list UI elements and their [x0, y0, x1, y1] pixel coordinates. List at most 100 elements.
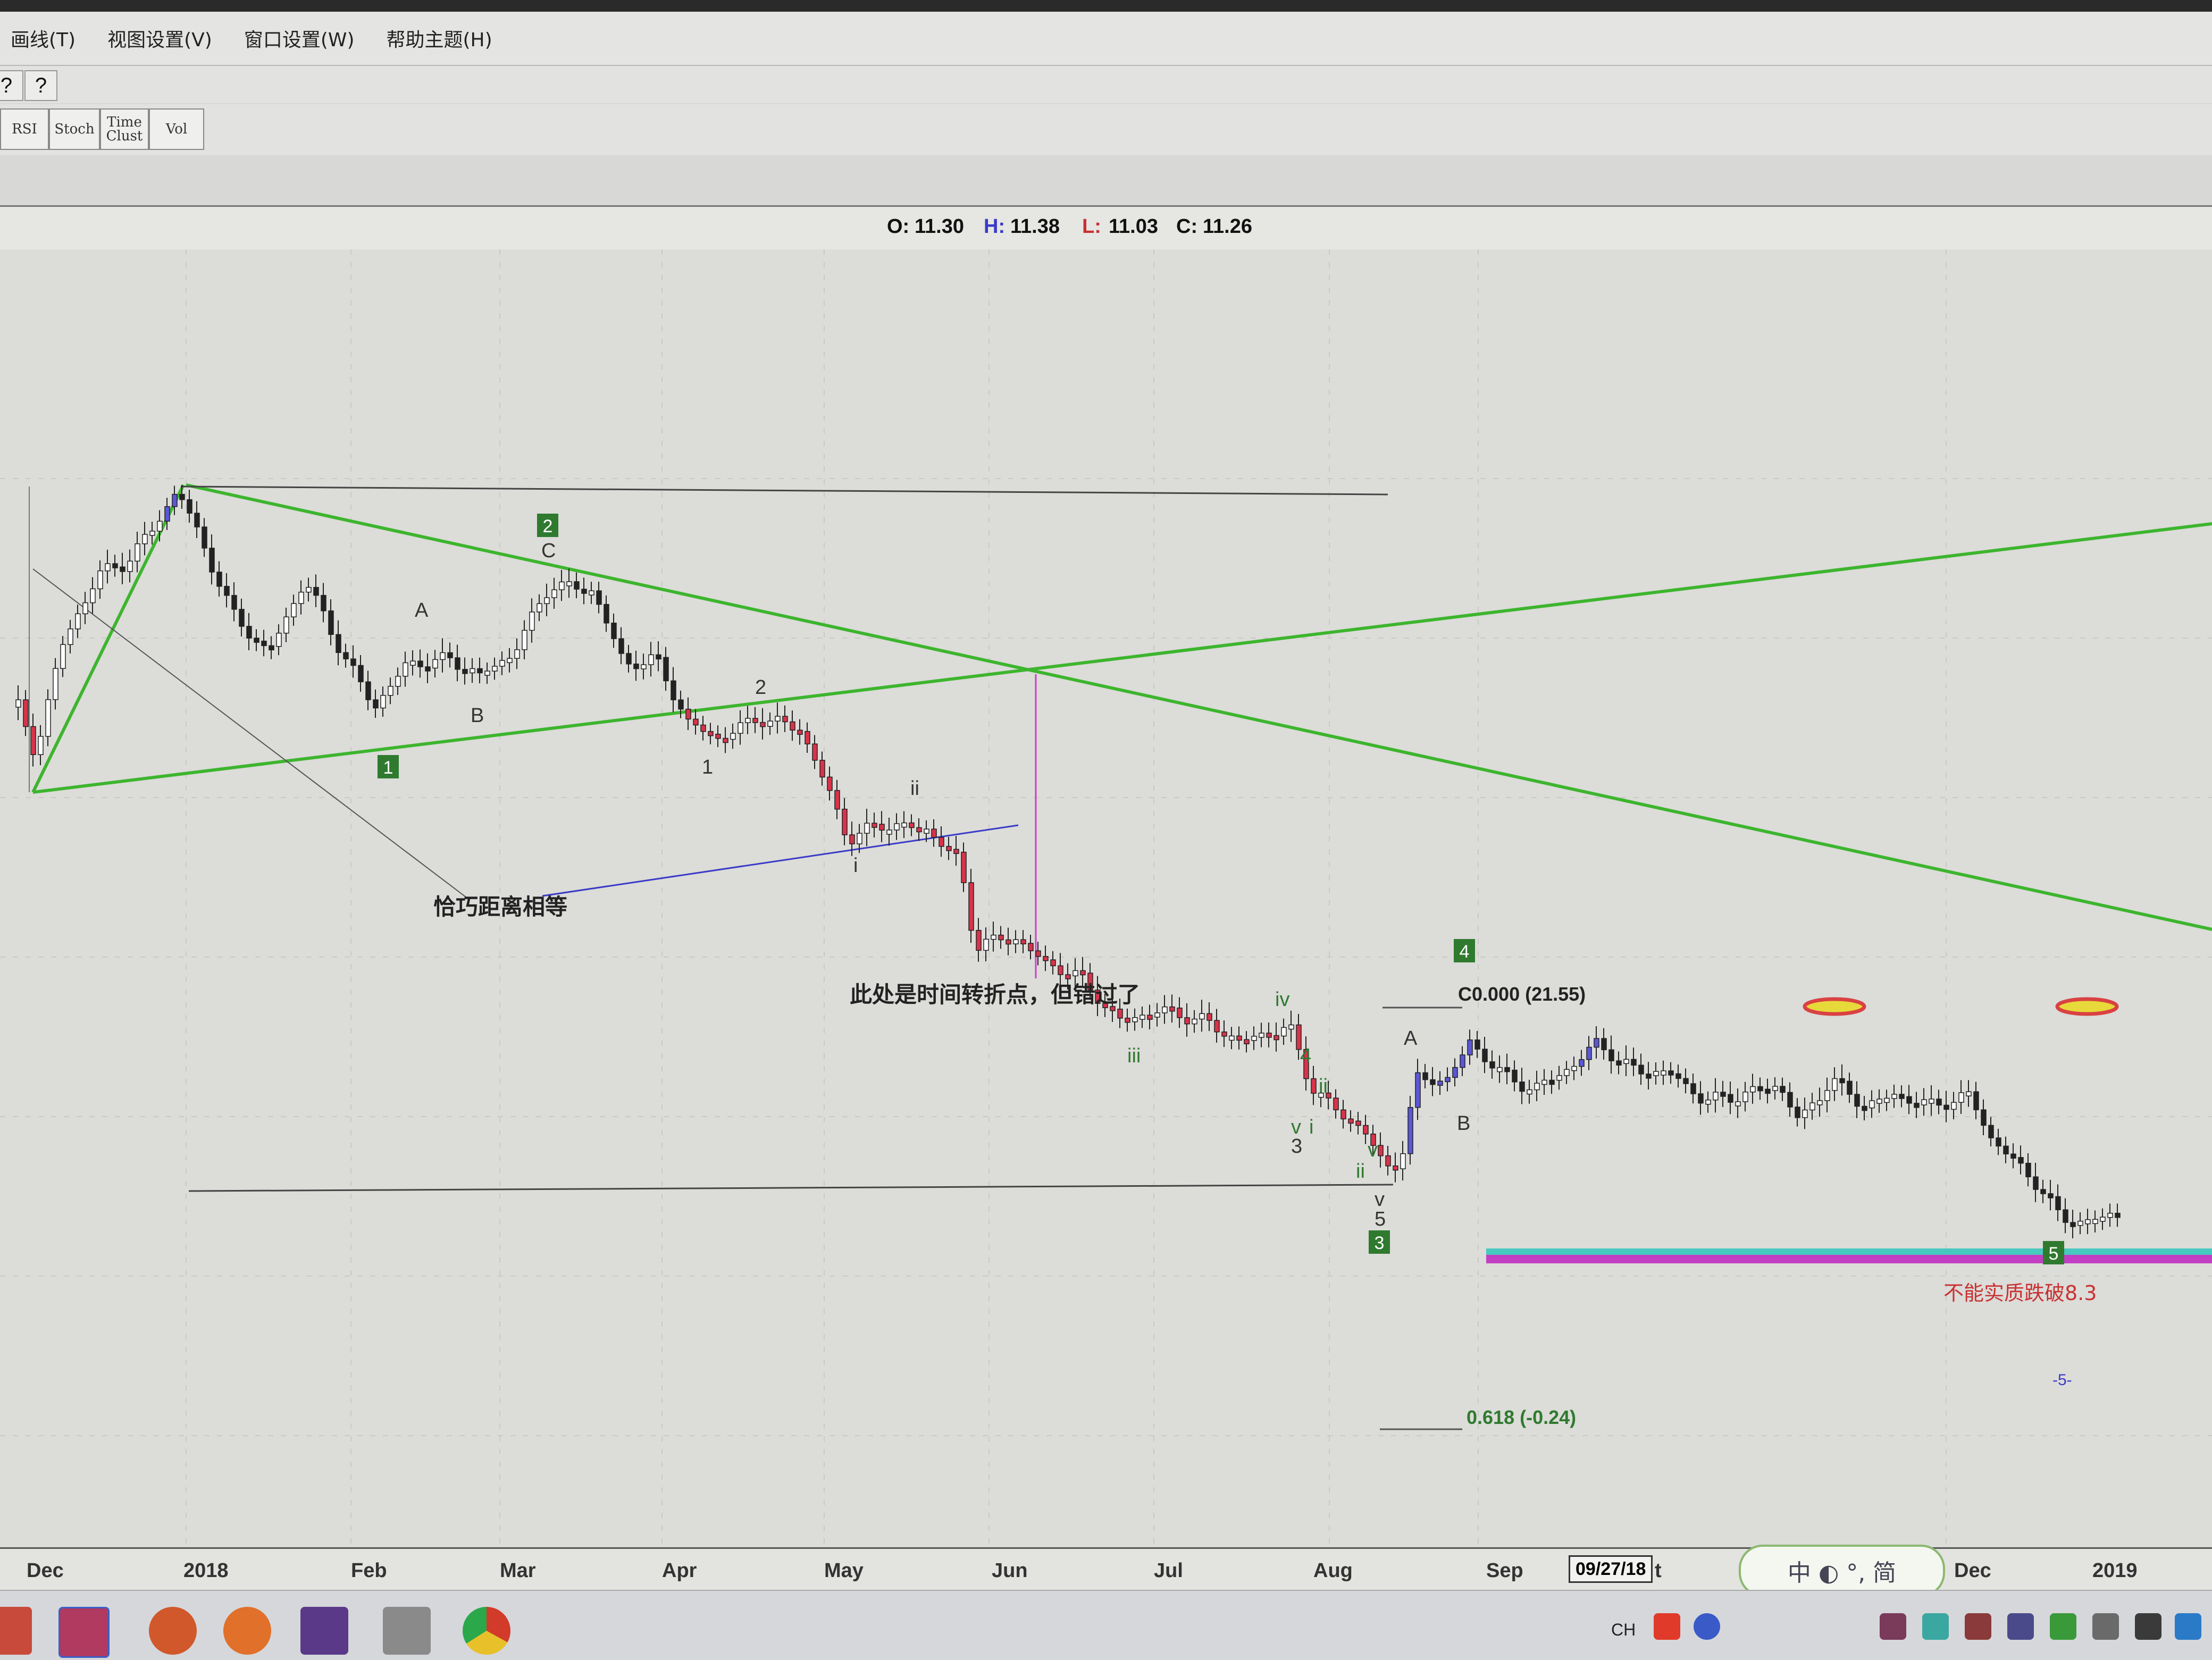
target-oval-2[interactable] — [2055, 997, 2119, 1016]
top-horizontal-line[interactable] — [180, 485, 1388, 496]
candle — [1244, 1039, 1250, 1044]
language-indicator[interactable]: CH — [1611, 1620, 1636, 1640]
candle — [1601, 1038, 1607, 1051]
green-fan-line-down[interactable] — [186, 483, 2212, 931]
candle — [1653, 1071, 1659, 1076]
tray-icon-7[interactable] — [2175, 1613, 2201, 1640]
tray-network-icon[interactable] — [2135, 1613, 2161, 1640]
taskbar-app-icon-6[interactable] — [383, 1607, 431, 1655]
thin-diagonal-line[interactable] — [32, 568, 468, 899]
tray-icon-4[interactable] — [2007, 1613, 2034, 1640]
wave-label-2: 2 — [755, 676, 766, 699]
ime-toolbar[interactable]: 中 ◐ °, 简 — [1739, 1545, 1945, 1597]
candle — [1847, 1080, 1853, 1095]
candle — [492, 666, 498, 672]
candle — [1951, 1102, 1957, 1110]
candle — [68, 628, 73, 645]
tray-icon-2[interactable] — [1922, 1613, 1949, 1640]
menu-help-topics[interactable]: 帮助主题(H) — [387, 24, 492, 52]
taskbar-app-icon-5[interactable] — [300, 1607, 348, 1655]
whats-this-button[interactable]: ? — [24, 70, 57, 101]
candle — [1586, 1046, 1592, 1060]
candle — [484, 670, 490, 676]
candle — [1117, 1009, 1123, 1019]
candle — [75, 613, 81, 630]
candle — [1467, 1039, 1473, 1055]
candle — [127, 560, 133, 572]
low-value: 11.03 — [1109, 215, 1158, 238]
tray-help-icon[interactable] — [1694, 1613, 1720, 1640]
stoch-button[interactable]: Stoch — [49, 108, 100, 150]
wave-label-iii1: iii — [1127, 1045, 1141, 1067]
candle — [1966, 1091, 1972, 1096]
candle — [328, 610, 334, 635]
tray-icon-1[interactable] — [1880, 1613, 1906, 1640]
support-band-magenta[interactable] — [1486, 1255, 2212, 1263]
chart-grid — [0, 249, 2212, 1547]
help-button[interactable]: ? — [0, 70, 23, 101]
taskbar-app-icon-4[interactable] — [223, 1607, 271, 1655]
candle — [1720, 1092, 1726, 1097]
rsi-button[interactable]: RSI — [0, 108, 49, 150]
candle — [477, 668, 483, 674]
candle — [1631, 1059, 1637, 1066]
chrome-icon[interactable] — [463, 1607, 510, 1655]
candle — [611, 622, 617, 639]
green-fan-line-up[interactable] — [32, 522, 2212, 794]
tray-icon-5[interactable] — [2050, 1613, 2076, 1640]
candle — [685, 708, 691, 720]
menu-bar: 画线(T) 视图设置(V) 窗口设置(W) 帮助主题(H) — [0, 12, 2212, 66]
xaxis-label-2019: 2019 — [2092, 1560, 2138, 1582]
tray-icon-6[interactable] — [2092, 1613, 2119, 1640]
xaxis-label-2018: 2018 — [183, 1560, 229, 1582]
cursor-date-suffix: t — [1655, 1560, 1662, 1582]
candle — [715, 733, 721, 739]
high-value: 11.38 — [1010, 215, 1060, 238]
candle — [618, 638, 624, 654]
candle — [1073, 970, 1078, 977]
candle — [1579, 1059, 1585, 1067]
price-chart[interactable]: 1 2 3 4 5 A B C 1 2 i ii iii iv v 3 i ii… — [0, 249, 2212, 1547]
candle — [1534, 1083, 1540, 1091]
candle — [172, 493, 178, 507]
candle — [209, 548, 215, 573]
wave-label-A2: A — [1404, 1027, 1418, 1050]
support-band-cyan[interactable] — [1486, 1248, 2212, 1255]
blue-channel-line[interactable] — [542, 824, 1019, 897]
bottom-horizontal-line[interactable] — [188, 1184, 1394, 1192]
menu-window-settings[interactable]: 窗口设置(W) — [244, 24, 355, 52]
candle — [313, 586, 319, 596]
candle — [626, 653, 632, 665]
tray-icon-3[interactable] — [1965, 1613, 1991, 1640]
vol-button[interactable]: Vol — [149, 108, 204, 150]
candle — [745, 718, 751, 723]
target-oval-1[interactable] — [1803, 997, 1866, 1016]
menu-draw[interactable]: 画线(T) — [11, 24, 76, 52]
candle — [648, 654, 654, 665]
candle — [1489, 1061, 1495, 1069]
tray-icon-s[interactable] — [1654, 1613, 1680, 1640]
candle — [1460, 1054, 1465, 1068]
candle — [589, 590, 594, 596]
time-clust-button[interactable]: Time Clust — [100, 108, 149, 150]
svg-text:4: 4 — [1460, 942, 1470, 962]
candle — [417, 660, 423, 667]
candle — [1139, 1015, 1145, 1020]
candle — [1177, 1008, 1183, 1018]
taskbar-app-icon-3[interactable] — [149, 1607, 197, 1655]
candle — [1616, 1060, 1622, 1066]
wave-label-B2: B — [1457, 1112, 1470, 1135]
taskbar-app-icon-1[interactable] — [0, 1607, 32, 1655]
candle — [202, 526, 207, 549]
candle — [782, 716, 788, 723]
taskbar-chart-app-icon[interactable] — [58, 1607, 110, 1658]
candle — [1385, 1155, 1391, 1167]
menu-view-settings[interactable]: 视图设置(V) — [107, 24, 212, 52]
candle — [2040, 1189, 2046, 1194]
candle — [767, 720, 773, 727]
candle — [693, 718, 699, 726]
candle — [507, 658, 513, 663]
candle — [1958, 1092, 1964, 1103]
candle — [1787, 1092, 1793, 1108]
candle — [1817, 1100, 1823, 1105]
